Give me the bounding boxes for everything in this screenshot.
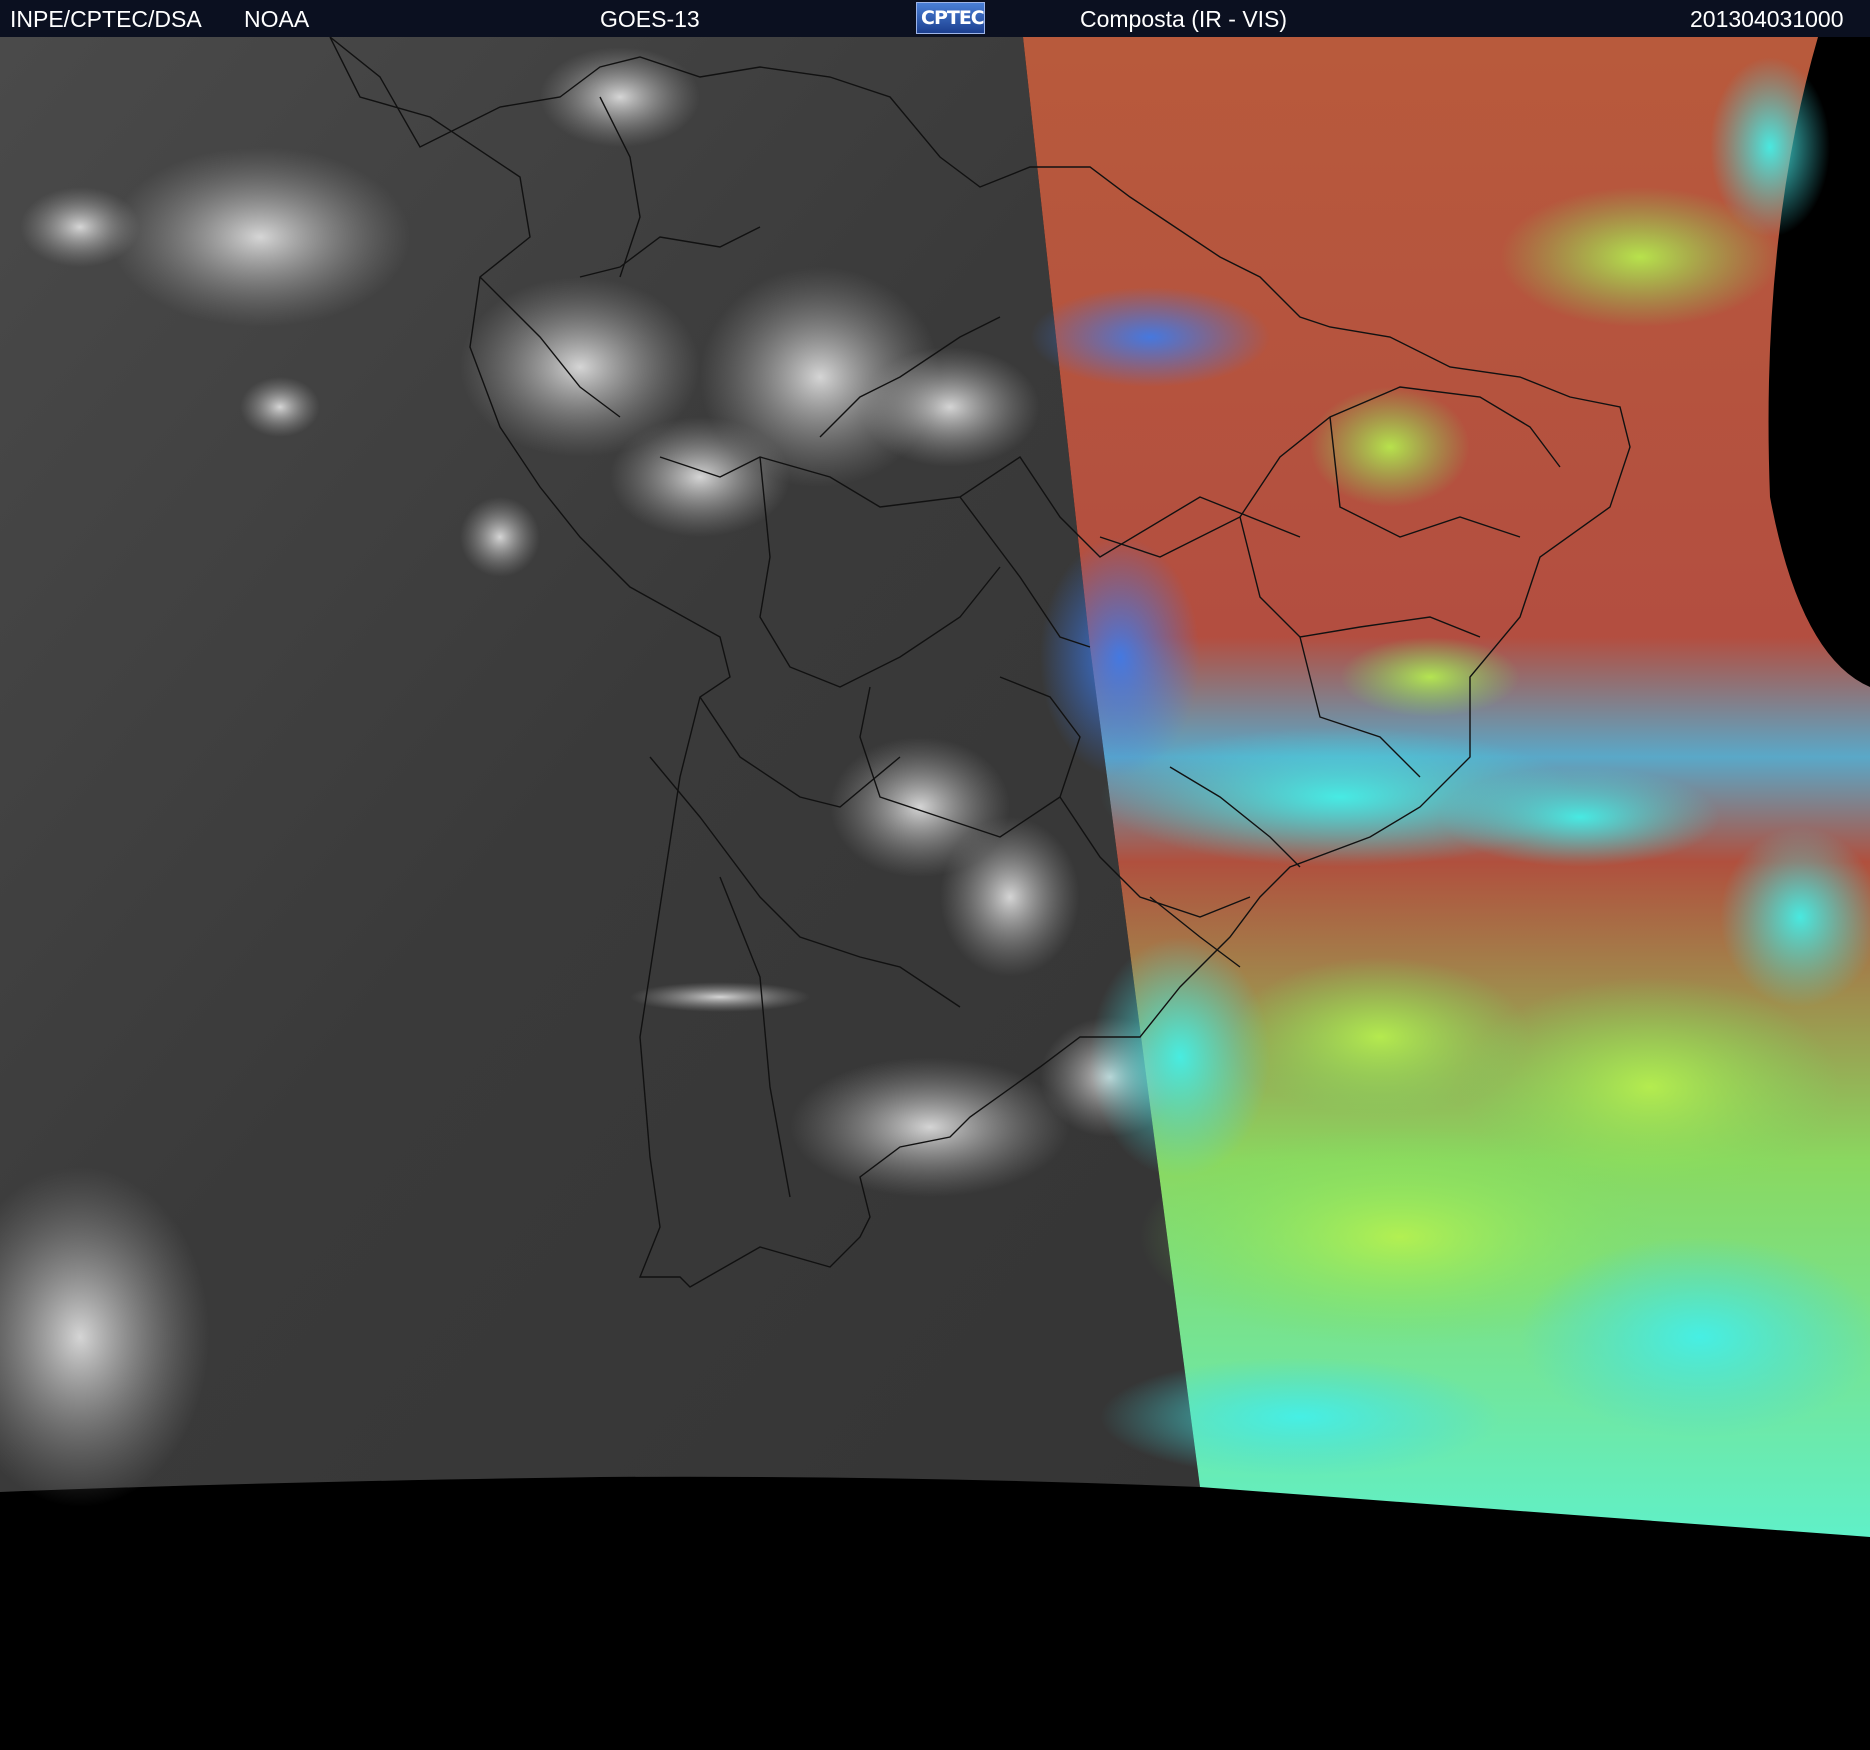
logo-text: CPTEC <box>921 7 985 29</box>
satellite-label: GOES-13 <box>600 6 700 32</box>
cptec-logo: CPTEC <box>916 2 985 34</box>
source-label: NOAA <box>244 6 310 32</box>
agency-label: INPE/CPTEC/DSA <box>10 6 202 32</box>
timestamp-label: 201304031000 <box>1690 6 1844 32</box>
product-label: Composta (IR - VIS) <box>1080 6 1288 32</box>
header-bar: INPE/CPTEC/DSA NOAA GOES-13 CPTEC Compos… <box>0 0 1870 37</box>
satellite-image <box>0 37 1870 1750</box>
